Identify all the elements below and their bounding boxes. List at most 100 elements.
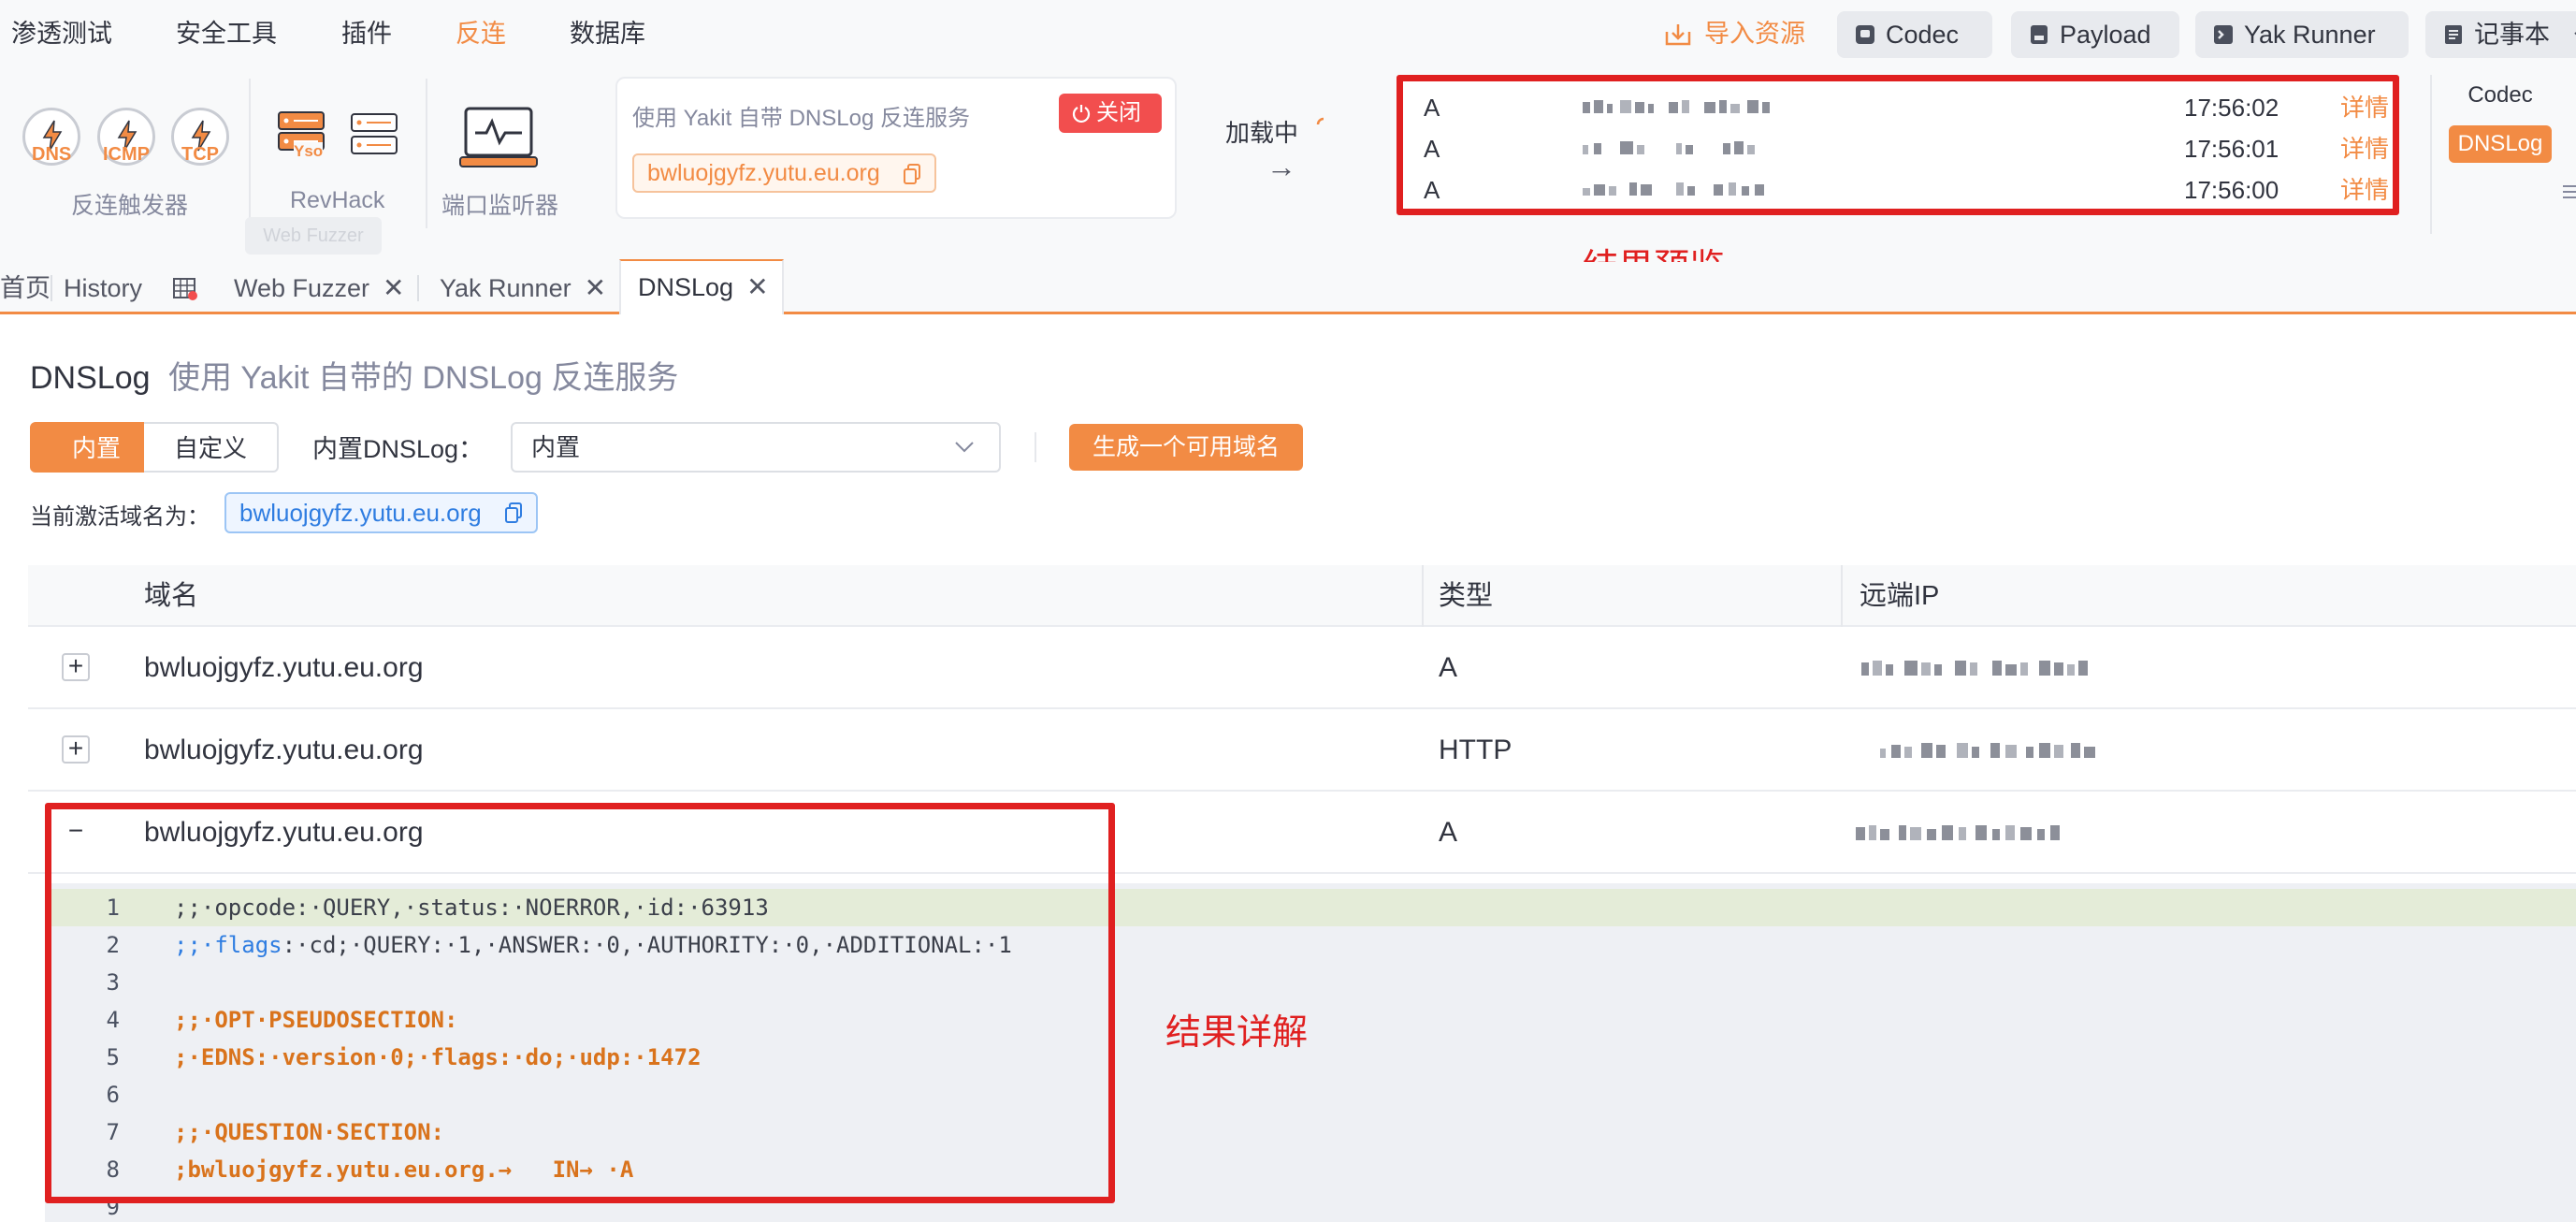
preview-row: A 17:56:01 详情 — [1424, 130, 2396, 167]
dnslog-domain-tag[interactable]: bwluojgyfz.yutu.eu.org — [632, 153, 936, 193]
payload-button[interactable]: Payload — [2011, 11, 2179, 58]
menu-pentest[interactable]: 渗透测试 — [11, 15, 112, 52]
column-separator — [1841, 565, 1843, 627]
row-type: A — [1439, 652, 1458, 683]
divider — [51, 275, 52, 301]
revhack-label: RevHack — [290, 187, 385, 213]
expand-button[interactable]: + — [62, 735, 90, 764]
yakit-window: 渗透测试 安全工具 插件 反连 数据库 导入资源 Codec Payload Y… — [0, 0, 2576, 1222]
expand-button[interactable]: + — [62, 653, 90, 681]
tab-label: Yak Runner — [440, 274, 572, 302]
dnslog-domain: bwluojgyfz.yutu.eu.org — [647, 160, 880, 186]
close-icon[interactable]: ✕ — [383, 273, 404, 302]
menu-icon[interactable] — [2561, 183, 2576, 200]
side-codec-button[interactable]: Codec — [2449, 77, 2552, 114]
payload-label: Payload — [2060, 21, 2151, 49]
preview-type: A — [1424, 176, 1440, 204]
menu-plugins[interactable]: 插件 — [341, 15, 392, 52]
icmp-trigger-label: ICMP — [103, 144, 150, 165]
row-domain: bwluojgyfz.yutu.eu.org — [144, 735, 424, 765]
yak-runner-button[interactable]: Yak Runner — [2195, 11, 2409, 58]
notebook-icon — [2445, 25, 2462, 44]
tab-yak-runner[interactable]: Yak Runner ✕ — [440, 262, 606, 314]
tab-history[interactable]: History — [64, 262, 142, 314]
preview-detail-link[interactable]: 详情 — [2340, 171, 2389, 209]
divider — [1035, 432, 1036, 462]
active-domain-label: 当前激活域名为： — [30, 504, 210, 530]
import-resources-button[interactable]: 导入资源 — [1665, 15, 1805, 52]
table-header: 域名 类型 远端IP — [28, 565, 2576, 627]
revhack-button[interactable]: Yso — [277, 110, 329, 163]
import-icon — [1665, 24, 1691, 46]
column-type[interactable]: 类型 — [1439, 565, 1493, 627]
notebook-button[interactable]: 记事本 — [2425, 11, 2576, 58]
blurred-ip — [1856, 825, 2060, 840]
codec-icon — [1856, 25, 1874, 44]
blurred-ip — [1861, 661, 2088, 676]
generate-domain-button[interactable]: 生成一个可用域名 — [1069, 424, 1303, 471]
page-subtitle: 使用 Yakit 自带的 DNSLog 反连服务 — [167, 360, 679, 396]
tab-home[interactable]: 首页 — [0, 262, 51, 314]
page-title-text: DNSLog — [30, 360, 151, 396]
close-label: 关闭 — [1096, 100, 1141, 125]
row-domain: bwluojgyfz.yutu.eu.org — [144, 652, 424, 683]
laptop-icon — [459, 107, 538, 167]
detail-annotation: 结果详解 — [1165, 1013, 1309, 1053]
divider — [2430, 75, 2432, 234]
payload-icon — [2031, 25, 2048, 44]
server-icon — [351, 113, 398, 154]
menu-database[interactable]: 数据库 — [570, 15, 645, 52]
preview-type: A — [1424, 94, 1440, 122]
preview-time: 17:56:02 — [2184, 94, 2279, 122]
close-icon[interactable]: ✕ — [746, 272, 768, 301]
tab-web-fuzzer[interactable]: Web Fuzzer ✕ — [234, 262, 405, 314]
tab-dnslog[interactable]: DNSLog ✕ — [619, 259, 784, 314]
table-row[interactable]: + bwluojgyfz.yutu.eu.org HTTP — [28, 709, 2576, 792]
tab-label: Web Fuzzer — [234, 274, 370, 302]
tab-label: DNSLog — [638, 273, 734, 301]
result-preview-box: A 17:56:02 详情 A 17:56:01 详情 A 17:56:00 详… — [1397, 75, 2399, 215]
active-domain-tag[interactable]: bwluojgyfz.yutu.eu.org — [224, 492, 538, 533]
menu-security-tools[interactable]: 安全工具 — [176, 15, 277, 52]
blurred-ip — [1880, 743, 2095, 758]
page-title: DNSLog 使用 Yakit 自带的 DNSLog 反连服务 — [30, 352, 678, 398]
column-domain[interactable]: 域名 — [144, 565, 198, 627]
close-dnslog-button[interactable]: 关闭 — [1059, 94, 1162, 133]
yso-badge: Yso — [294, 142, 324, 161]
tab-label: 首页 — [0, 274, 51, 302]
top-toolbar: 渗透测试 安全工具 插件 反连 数据库 导入资源 Codec Payload Y… — [0, 0, 2576, 287]
tab-label: History — [64, 274, 143, 302]
codec-button[interactable]: Codec — [1837, 11, 1992, 58]
port-listener-button[interactable] — [458, 105, 539, 170]
preview-row: A 17:56:02 详情 — [1424, 89, 2396, 126]
dnslog-card-title: 使用 Yakit 自带 DNSLog 反连服务 — [632, 106, 970, 131]
yak-runner-label: Yak Runner — [2244, 21, 2376, 49]
custom-toggle[interactable]: 自定义 — [144, 422, 279, 473]
port-listener-label: 端口监听器 — [441, 193, 559, 219]
dns-trigger-label: DNS — [32, 144, 72, 165]
builtin-toggle[interactable]: 内置 — [30, 422, 163, 473]
column-separator — [1422, 565, 1424, 627]
side-dnslog-button[interactable]: DNSLog — [2449, 125, 2552, 163]
close-icon[interactable]: ✕ — [585, 273, 606, 302]
spinner-icon — [1316, 117, 1324, 125]
web-fuzzer-tooltip: Web Fuzzer — [245, 217, 382, 255]
divider — [417, 275, 419, 301]
preview-detail-link[interactable]: 详情 — [2340, 89, 2389, 126]
preview-detail-link[interactable]: 详情 — [2340, 130, 2389, 167]
active-domain: bwluojgyfz.yutu.eu.org — [239, 499, 482, 527]
builtin-dnslog-select[interactable]: 内置 — [511, 422, 1001, 473]
row-type: HTTP — [1439, 735, 1512, 765]
import-label: 导入资源 — [1704, 20, 1805, 48]
table-row[interactable]: + bwluojgyfz.yutu.eu.org A — [28, 627, 2576, 709]
copy-icon[interactable] — [903, 164, 921, 184]
row-type: A — [1439, 817, 1458, 848]
menu-reverse[interactable]: 反连 — [456, 15, 506, 52]
dnslog-service-card: 使用 Yakit 自带 DNSLog 反连服务 关闭 bwluojgyfz.yu… — [615, 77, 1177, 219]
tab-table-icon[interactable] — [172, 262, 202, 314]
builtin-dnslog-label: 内置DNSLog： — [312, 435, 485, 463]
copy-icon[interactable] — [504, 502, 523, 523]
column-remote-ip[interactable]: 远端IP — [1860, 565, 1939, 627]
triggers-group-label: 反连触发器 — [71, 193, 189, 219]
preview-time: 17:56:01 — [2184, 135, 2279, 163]
